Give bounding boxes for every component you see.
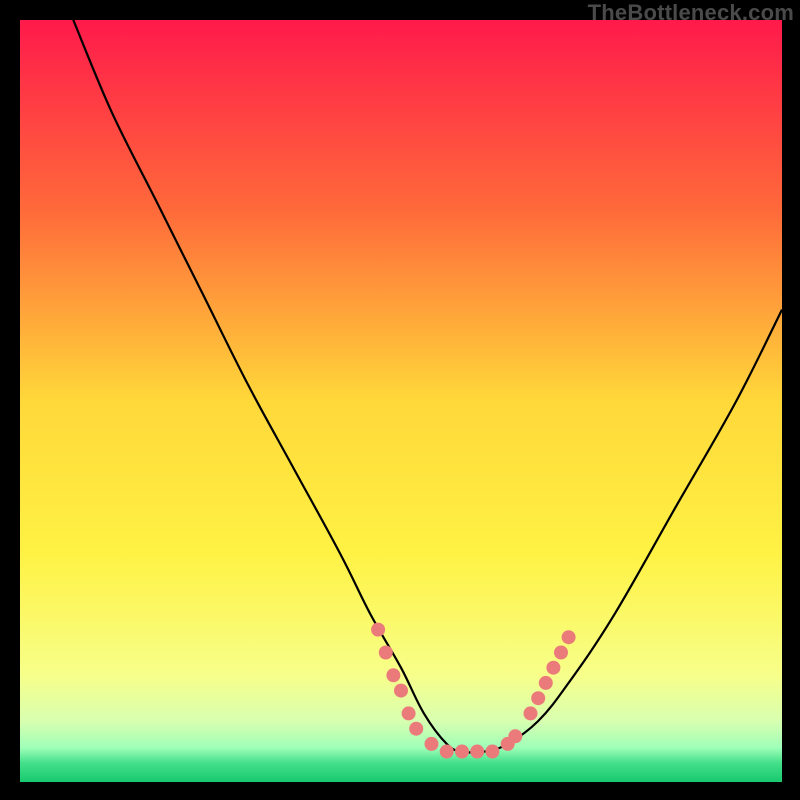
curve-marker [508, 729, 522, 743]
curve-marker [402, 706, 416, 720]
curve-marker [455, 745, 469, 759]
curve-marker [379, 646, 393, 660]
curve-marker [554, 646, 568, 660]
curve-markers [371, 623, 575, 759]
curve-marker [539, 676, 553, 690]
curve-marker [531, 691, 545, 705]
curve-marker [485, 745, 499, 759]
attribution-text: TheBottleneck.com [588, 0, 794, 26]
plot-area [20, 20, 782, 782]
curve-marker [386, 668, 400, 682]
curve-marker [409, 722, 423, 736]
curve-layer [20, 20, 782, 782]
curve-marker [524, 706, 538, 720]
curve-marker [371, 623, 385, 637]
curve-marker [562, 630, 576, 644]
chart-root: TheBottleneck.com [0, 0, 800, 800]
curve-marker [440, 745, 454, 759]
curve-marker [546, 661, 560, 675]
curve-marker [394, 684, 408, 698]
curve-marker [425, 737, 439, 751]
curve-marker [470, 745, 484, 759]
bottleneck-curve [73, 20, 782, 753]
